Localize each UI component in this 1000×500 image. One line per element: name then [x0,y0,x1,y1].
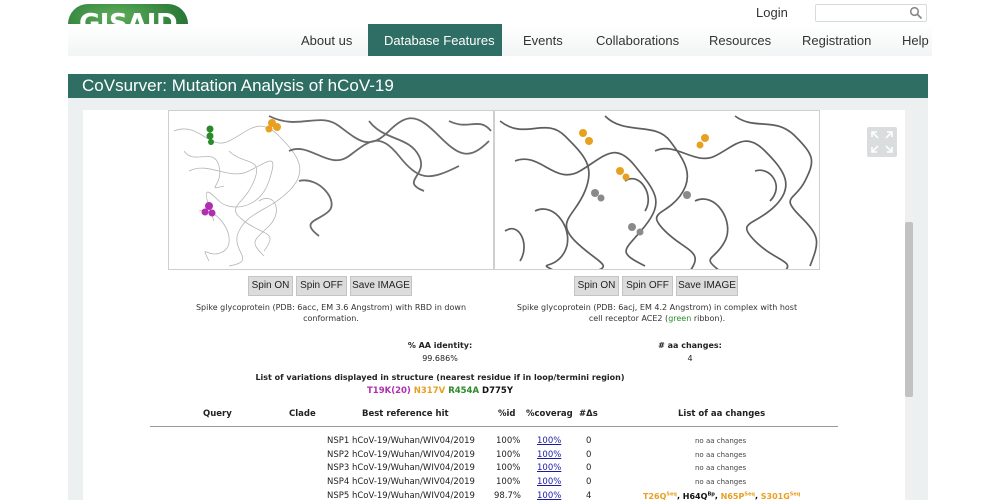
login-link[interactable]: Login [756,5,788,20]
page: GISAID Login About us Database Features … [0,0,1000,500]
column-header-aa-changes: List of aa changes [678,409,766,419]
aa-changes-cell: no aa changes [695,464,747,472]
identity-cell: 100% [496,477,521,487]
aa-changes-value: 4 [687,354,693,363]
aa-identity-value: 99.686% [422,354,458,363]
aa-identity-label: % AA identity: [407,341,473,350]
nav-item-registration[interactable]: Registration [802,33,871,48]
aa-change-source: Seq [744,491,755,497]
aa-change-source: Bp [707,491,715,497]
coverage-link[interactable]: 100% [537,491,561,500]
aa-change-text: H64Q [682,491,708,500]
table-divider [150,426,838,427]
column-header-coverage: %coverag [526,409,572,419]
deltas-cell: 0 [586,450,592,460]
caption-line: Spike glycoprotein (PDB: 6acj, EM 4.2 An… [516,303,798,312]
spin-off-button-right[interactable]: Spin OFF [622,276,673,296]
structure-viewer-6acc[interactable] [168,110,494,270]
aa-change-item[interactable]: N65PSeq [720,491,755,500]
caption-text: cell receptor ACE2 ( [588,314,669,323]
coverage-link[interactable]: 100% [537,463,561,473]
deltas-cell: 0 [586,463,592,473]
aa-change-source: Seq [789,491,801,497]
nav-item-resources[interactable]: Resources [709,33,771,48]
reference-cell: NSP5 hCoV-19/Wuhan/WIV04/2019 [327,491,475,500]
reference-cell: NSP3 hCoV-19/Wuhan/WIV04/2019 [327,463,475,473]
reference-cell: NSP4 hCoV-19/Wuhan/WIV04/2019 [327,477,475,487]
spin-on-button-right[interactable]: Spin ON [574,276,619,296]
caption-line: conformation. [303,314,359,323]
aa-change-source: Seq [666,491,677,497]
coverage-link[interactable]: 100% [537,477,561,487]
coverage-link[interactable]: 100% [537,450,561,460]
aa-change-item[interactable]: H64QBp [682,491,715,500]
save-image-button-right[interactable]: Save IMAGE [676,276,738,296]
save-image-button-left[interactable]: Save IMAGE [350,276,412,296]
identity-cell: 100% [496,463,521,473]
scrollbar-thumb[interactable] [905,222,913,397]
variation-item: D775Y [482,386,513,396]
variation-item: N317V [413,386,446,396]
protein-structure-render [499,115,818,269]
nav-item-about-us[interactable]: About us [301,33,352,48]
caption-line: cell receptor ACE2 (green ribbon). [494,313,820,324]
identity-cell: 100% [496,436,521,446]
aa-changes-cell: no aa changes [695,478,747,486]
nav-item-events[interactable]: Events [523,33,563,48]
search-input[interactable] [815,4,927,22]
aa-changes-list: T26QSeq, H64QBp, N65PSeq, S301GSeq [643,491,801,500]
aa-change-text: N65P [720,491,745,500]
structure-caption-right: Spike glycoprotein (PDB: 6acj, EM 4.2 An… [494,302,820,324]
column-header-deltas: #Δs [579,409,598,419]
aa-changes-label: # aa changes: [658,341,722,350]
aa-changes-cell: no aa changes [695,437,747,445]
structure-caption-left: Spike glycoprotein (PDB: 6acc, EM 3.6 An… [168,302,494,324]
column-header-id: %id [498,409,516,419]
nav-item-database-features[interactable]: Database Features [384,33,495,48]
aa-change-text: S301G [760,491,790,500]
protein-structure-render [173,115,492,267]
variation-item: T19K(20) [367,386,411,396]
structure-viewer-6acj[interactable] [494,110,820,270]
deltas-cell: 0 [586,477,592,487]
coverage-link[interactable]: 100% [537,436,561,446]
identity-cell: 100% [496,450,521,460]
aa-change-text: T26Q [643,491,667,500]
identity-cell: 98.7% [494,491,522,500]
deltas-cell: 4 [586,491,592,500]
caption-green-text: green [668,314,692,323]
variation-item: R454A [448,386,480,396]
nav-item-help[interactable]: Help [902,33,929,48]
column-header-clade: Clade [289,409,316,419]
variations-list: T19K(20) N317V R454A D775Y [150,386,730,396]
column-header-query: Query [203,409,232,419]
expand-icon [871,131,893,153]
aa-change-item[interactable]: S301GSeq [760,491,801,500]
variations-title: List of variations displayed in structur… [255,373,625,382]
nav-item-collaborations[interactable]: Collaborations [596,33,679,48]
column-header-reference: Best reference hit [362,409,449,419]
spin-on-button-left[interactable]: Spin ON [248,276,293,296]
search-icon[interactable] [909,6,923,20]
aa-changes-cell: no aa changes [695,451,747,459]
deltas-cell: 0 [586,436,592,446]
spin-off-button-left[interactable]: Spin OFF [296,276,347,296]
caption-line: Spike glycoprotein (PDB: 6acc, EM 3.6 An… [195,303,467,312]
reference-cell: NSP2 hCoV-19/Wuhan/WIV04/2019 [327,450,475,460]
aa-change-item[interactable]: T26QSeq [643,491,677,500]
fullscreen-button[interactable] [867,127,897,157]
caption-text: ribbon). [691,314,726,323]
page-title: CoVsurver: Mutation Analysis of hCoV-19 [68,74,928,98]
reference-cell: NSP1 hCoV-19/Wuhan/WIV04/2019 [327,436,475,446]
